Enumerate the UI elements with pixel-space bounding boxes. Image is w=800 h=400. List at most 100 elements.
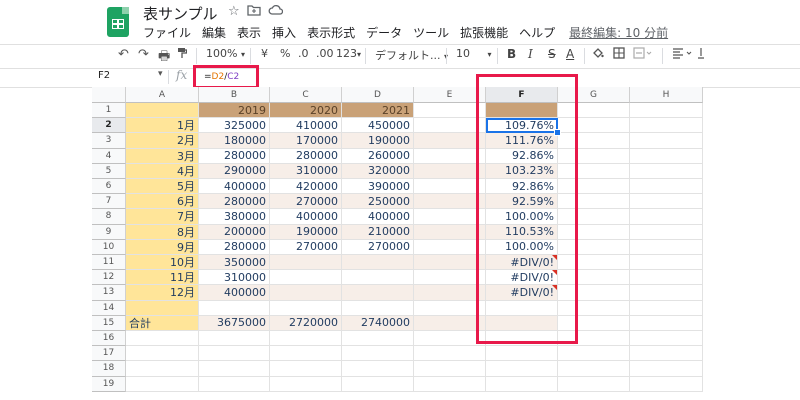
print-icon[interactable]: 🖶: [158, 47, 170, 69]
cell-d19[interactable]: [342, 376, 414, 392]
cell-c16[interactable]: [270, 331, 342, 347]
menu-help[interactable]: ヘルプ: [519, 24, 555, 41]
column-header-a[interactable]: A: [126, 87, 199, 103]
cell-h15[interactable]: [630, 315, 703, 331]
cell-c6[interactable]: 420000: [270, 179, 342, 195]
cell-a11[interactable]: 10月: [126, 255, 199, 271]
cell-g19[interactable]: [558, 376, 630, 392]
row-header-5[interactable]: 5: [92, 163, 126, 179]
row-header-19[interactable]: 19: [92, 376, 126, 392]
menu-edit[interactable]: 編集: [202, 24, 226, 41]
cell-d11[interactable]: [342, 255, 414, 271]
cell-h2[interactable]: [630, 118, 703, 134]
menu-insert[interactable]: 挿入: [272, 24, 296, 41]
cell-c9[interactable]: 190000: [270, 224, 342, 240]
cell-d1[interactable]: 2021: [342, 103, 414, 119]
star-icon[interactable]: ☆: [228, 4, 240, 19]
column-header-c[interactable]: C: [270, 87, 342, 103]
currency-button[interactable]: ¥: [261, 47, 268, 60]
cell-g18[interactable]: [558, 361, 630, 377]
strikethrough-button[interactable]: S: [548, 47, 556, 61]
align-icon[interactable]: [672, 47, 694, 63]
more-formats-button[interactable]: 123▾: [336, 47, 361, 60]
decrease-decimal-button[interactable]: .0: [298, 47, 309, 60]
bold-button[interactable]: B: [507, 47, 516, 61]
menu-file[interactable]: ファイル: [143, 24, 191, 41]
text-color-button[interactable]: A: [566, 47, 574, 61]
row-header-10[interactable]: 10: [92, 239, 126, 255]
cell-d13[interactable]: [342, 285, 414, 301]
cell-d17[interactable]: [342, 346, 414, 362]
cell-c14[interactable]: [270, 300, 342, 316]
document-title[interactable]: 表サンプル: [143, 3, 218, 24]
cell-h10[interactable]: [630, 239, 703, 255]
cell-b12[interactable]: 310000: [199, 270, 270, 286]
cell-h4[interactable]: [630, 148, 703, 164]
cell-a5[interactable]: 4月: [126, 163, 199, 179]
borders-icon[interactable]: [613, 47, 625, 63]
cell-b3[interactable]: 180000: [199, 133, 270, 149]
row-header-14[interactable]: 14: [92, 300, 126, 316]
percent-button[interactable]: %: [280, 47, 290, 60]
redo-icon[interactable]: ↷: [138, 47, 149, 62]
column-header-b[interactable]: B: [199, 87, 270, 103]
cell-h13[interactable]: [630, 285, 703, 301]
cell-f19[interactable]: [486, 376, 558, 392]
cell-e18[interactable]: [414, 361, 486, 377]
font-size-select[interactable]: 10 ▾: [456, 47, 492, 60]
cell-h11[interactable]: [630, 255, 703, 271]
row-header-18[interactable]: 18: [92, 361, 126, 377]
cloud-icon[interactable]: [268, 4, 284, 19]
menu-data[interactable]: データ: [366, 24, 402, 41]
row-header-7[interactable]: 7: [92, 194, 126, 210]
cell-d12[interactable]: [342, 270, 414, 286]
cell-a9[interactable]: 8月: [126, 224, 199, 240]
cell-a16[interactable]: [126, 331, 199, 347]
cell-h12[interactable]: [630, 270, 703, 286]
cell-a13[interactable]: 12月: [126, 285, 199, 301]
cell-d4[interactable]: 260000: [342, 148, 414, 164]
cell-d7[interactable]: 250000: [342, 194, 414, 210]
cell-b9[interactable]: 200000: [199, 224, 270, 240]
row-header-4[interactable]: 4: [92, 148, 126, 164]
cell-a4[interactable]: 3月: [126, 148, 199, 164]
cell-b4[interactable]: 280000: [199, 148, 270, 164]
cell-h7[interactable]: [630, 194, 703, 210]
cell-h1[interactable]: [630, 103, 703, 119]
menu-format[interactable]: 表示形式: [307, 24, 355, 41]
cell-b2[interactable]: 325000: [199, 118, 270, 134]
sheets-logo[interactable]: [107, 7, 129, 37]
cell-b8[interactable]: 380000: [199, 209, 270, 225]
cell-b16[interactable]: [199, 331, 270, 347]
folder-icon[interactable]: [247, 4, 261, 20]
row-header-12[interactable]: 12: [92, 270, 126, 286]
cell-b6[interactable]: 400000: [199, 179, 270, 195]
cell-e19[interactable]: [414, 376, 486, 392]
cell-d10[interactable]: 270000: [342, 239, 414, 255]
cell-g17[interactable]: [558, 346, 630, 362]
row-header-13[interactable]: 13: [92, 285, 126, 301]
name-box[interactable]: F2: [98, 70, 110, 81]
cell-d6[interactable]: 390000: [342, 179, 414, 195]
cell-c13[interactable]: [270, 285, 342, 301]
cell-a7[interactable]: 6月: [126, 194, 199, 210]
cell-a15[interactable]: 合計: [126, 315, 199, 331]
row-header-3[interactable]: 3: [92, 133, 126, 149]
cell-b11[interactable]: 350000: [199, 255, 270, 271]
row-header-11[interactable]: 11: [92, 255, 126, 271]
row-header-8[interactable]: 8: [92, 209, 126, 225]
fill-color-icon[interactable]: [592, 47, 604, 63]
cell-a19[interactable]: [126, 376, 199, 392]
cell-a10[interactable]: 9月: [126, 239, 199, 255]
cell-c8[interactable]: 400000: [270, 209, 342, 225]
cell-c5[interactable]: 310000: [270, 163, 342, 179]
cell-d14[interactable]: [342, 300, 414, 316]
cell-c7[interactable]: 270000: [270, 194, 342, 210]
menu-extensions[interactable]: 拡張機能: [460, 24, 508, 41]
cell-f18[interactable]: [486, 361, 558, 377]
cell-c19[interactable]: [270, 376, 342, 392]
cell-h5[interactable]: [630, 163, 703, 179]
cell-a17[interactable]: [126, 346, 199, 362]
italic-button[interactable]: I: [528, 47, 533, 61]
cell-b19[interactable]: [199, 376, 270, 392]
